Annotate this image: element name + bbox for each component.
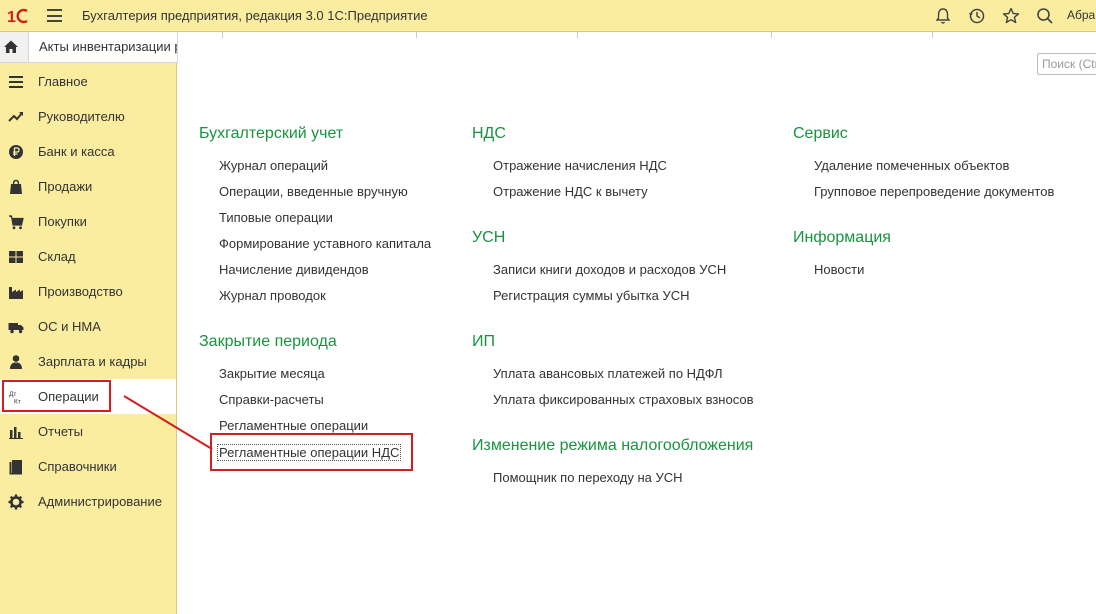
sidebar-item-label: Склад (38, 249, 76, 264)
section-title-period-closing: Закрытие периода (199, 333, 337, 350)
sidebar-item-production[interactable]: Производство (0, 274, 176, 309)
link-vat-accrual[interactable]: Отражение начисления НДС (493, 158, 667, 173)
sections-panel: Главное Руководителю Банк и касса Продаж… (0, 63, 177, 614)
link-vat-deduction[interactable]: Отражение НДС к вычету (493, 184, 648, 199)
sidebar-item-label: Продажи (38, 179, 93, 194)
person-icon (8, 354, 24, 370)
sidebar-item-label: ОС и НМА (38, 319, 101, 334)
bell-icon[interactable] (933, 6, 953, 26)
main-menu-icon[interactable] (47, 9, 62, 22)
app-logo[interactable]: 1 (7, 7, 41, 25)
sidebar-item-label: Главное (38, 74, 88, 89)
svg-text:1: 1 (7, 9, 16, 25)
link-operations-journal[interactable]: Журнал операций (219, 158, 328, 173)
link-entries-journal[interactable]: Журнал проводок (219, 288, 326, 303)
sidebar-item-manager[interactable]: Руководителю (0, 99, 176, 134)
link-month-closing[interactable]: Закрытие месяца (219, 366, 325, 381)
books-icon (8, 459, 24, 475)
sidebar-item-administration[interactable]: Администрирование (0, 484, 176, 519)
factory-icon (8, 284, 24, 300)
sidebar-item-warehouse[interactable]: Склад (0, 239, 176, 274)
divider (222, 32, 223, 38)
sidebar-item-bank[interactable]: Банк и касса (0, 134, 176, 169)
user-name[interactable]: Абрам (1067, 8, 1096, 22)
link-calc-reports[interactable]: Справки-расчеты (219, 392, 324, 407)
search-input[interactable]: Поиск (Ctrl+F) (1037, 53, 1096, 75)
section-title-info: Информация (793, 229, 891, 246)
link-charter-capital[interactable]: Формирование уставного капитала (219, 236, 431, 251)
open-windows-bar: Акты инвентаризации расчетов (0, 32, 178, 63)
link-routine-operations[interactable]: Регламентные операции (219, 418, 368, 433)
sidebar-item-label: Отчеты (38, 424, 83, 439)
history-icon[interactable] (967, 6, 987, 26)
cart-icon (8, 214, 24, 230)
sidebar-item-label: Производство (38, 284, 123, 299)
sidebar-item-purchases[interactable]: Покупки (0, 204, 176, 239)
section-title-ip: ИП (472, 333, 495, 350)
sidebar-item-directories[interactable]: Справочники (0, 449, 176, 484)
section-title-vat: НДС (472, 125, 506, 142)
search-placeholder: Поиск (Ctrl+F) (1042, 57, 1096, 71)
sidebar-item-salary[interactable]: Зарплата и кадры (0, 344, 176, 379)
truck-icon (8, 319, 24, 335)
link-group-reposting[interactable]: Групповое перепроведение документов (814, 184, 1054, 199)
section-title-service: Сервис (793, 125, 848, 142)
gear-icon (8, 494, 24, 510)
sidebar-item-main[interactable]: Главное (0, 64, 176, 99)
link-manual-operations[interactable]: Операции, введенные вручную (219, 184, 408, 199)
open-tab-label: Акты инвентаризации расчетов (39, 39, 177, 54)
title-bar: 1 Бухгалтерия предприятия, редакция 3.0 … (0, 0, 1096, 32)
bar-chart-icon (8, 424, 24, 440)
sidebar-item-label: Зарплата и кадры (38, 354, 147, 369)
link-dividends[interactable]: Начисление дивидендов (219, 262, 369, 277)
divider (577, 32, 578, 38)
sidebar-item-label: Администрирование (38, 494, 162, 509)
highlight-routine-vat (210, 433, 413, 471)
link-insurance-fixed[interactable]: Уплата фиксированных страховых взносов (493, 392, 753, 407)
trend-icon (8, 109, 24, 125)
search-icon[interactable] (1035, 6, 1055, 26)
sidebar-item-reports[interactable]: Отчеты (0, 414, 176, 449)
link-typical-operations[interactable]: Типовые операции (219, 210, 333, 225)
ruble-icon (8, 144, 24, 160)
menu-lines-icon (8, 74, 24, 90)
link-usn-loss[interactable]: Регистрация суммы убытка УСН (493, 288, 690, 303)
divider (416, 32, 417, 38)
sidebar-item-label: Руководителю (38, 109, 125, 124)
sidebar-item-assets[interactable]: ОС и НМА (0, 309, 176, 344)
link-usn-book[interactable]: Записи книги доходов и расходов УСН (493, 262, 726, 277)
star-icon[interactable] (1001, 6, 1021, 26)
sidebar-item-sales[interactable]: Продажи (0, 169, 176, 204)
bag-icon (8, 179, 24, 195)
link-news[interactable]: Новости (814, 262, 864, 277)
divider (932, 32, 933, 38)
sidebar-item-label: Покупки (38, 214, 87, 229)
section-title-tax-change: Изменение режима налогообложения (472, 437, 754, 454)
open-tab[interactable]: Акты инвентаризации расчетов (28, 32, 178, 62)
sidebar-item-label: Справочники (38, 459, 117, 474)
highlight-operations (2, 380, 111, 412)
app-title: Бухгалтерия предприятия, редакция 3.0 1С… (82, 8, 428, 23)
divider (771, 32, 772, 38)
link-usn-transition[interactable]: Помощник по переходу на УСН (493, 470, 683, 485)
section-title-usn: УСН (472, 229, 506, 246)
sidebar-item-label: Банк и касса (38, 144, 115, 159)
home-icon[interactable] (0, 32, 26, 62)
link-ndfl-advance[interactable]: Уплата авансовых платежей по НДФЛ (493, 366, 723, 381)
warehouse-icon (8, 249, 24, 265)
link-delete-marked[interactable]: Удаление помеченных объектов (814, 158, 1009, 173)
section-title-accounting: Бухгалтерский учет (199, 125, 344, 142)
